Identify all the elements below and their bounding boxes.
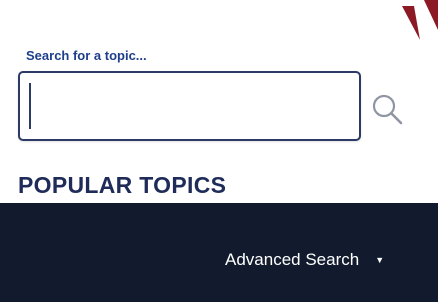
text-cursor bbox=[29, 83, 31, 129]
page: Search for a topic... POPULAR TOPICS Adv… bbox=[0, 0, 438, 302]
advanced-search-dropdown[interactable]: Advanced Search ▼ bbox=[225, 250, 384, 270]
search-input-box[interactable] bbox=[18, 71, 361, 141]
popular-topics-heading: POPULAR TOPICS bbox=[18, 172, 227, 193]
search-label: Search for a topic... bbox=[26, 48, 147, 63]
advanced-search-label: Advanced Search bbox=[225, 250, 360, 269]
caret-down-icon: ▼ bbox=[375, 255, 385, 265]
logo[interactable] bbox=[398, 0, 438, 50]
search-input[interactable] bbox=[20, 73, 359, 139]
popular-topics-section: POPULAR TOPICS bbox=[18, 170, 318, 193]
search-icon[interactable] bbox=[370, 92, 404, 126]
